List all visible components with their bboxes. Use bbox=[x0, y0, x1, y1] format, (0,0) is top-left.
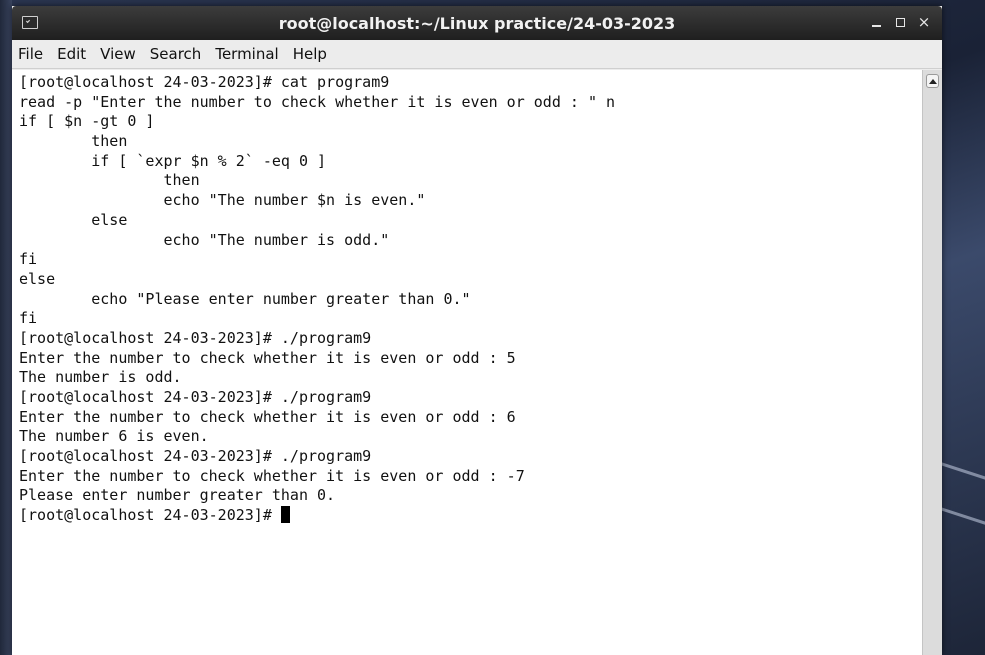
terminal-output[interactable]: [root@localhost 24-03-2023]# cat program… bbox=[12, 70, 922, 655]
menu-bar: File Edit View Search Terminal Help bbox=[12, 40, 942, 69]
menu-item-terminal[interactable]: Terminal bbox=[215, 45, 278, 63]
terminal-line: if [ $n -gt 0 ] bbox=[19, 112, 155, 131]
close-icon: × bbox=[917, 13, 931, 31]
terminal-line: The number is odd. bbox=[19, 368, 182, 387]
menu-item-edit[interactable]: Edit bbox=[57, 45, 86, 63]
terminal-line: echo "The number is odd." bbox=[19, 230, 390, 249]
text-cursor bbox=[280, 506, 290, 524]
terminal-line: The number 6 is even. bbox=[19, 427, 209, 446]
window-titlebar[interactable]: root@localhost:~/Linux practice/24-03-20… bbox=[12, 6, 942, 40]
window-controls: × bbox=[870, 13, 930, 31]
terminal-line: echo "The number $n is even." bbox=[19, 191, 426, 210]
maximize-icon bbox=[895, 17, 905, 27]
terminal-line: Enter the number to check whether it is … bbox=[19, 348, 516, 367]
terminal-line: echo "Please enter number greater than 0… bbox=[19, 289, 471, 308]
terminal-window: root@localhost:~/Linux practice/24-03-20… bbox=[12, 6, 942, 655]
menu-item-file[interactable]: File bbox=[18, 45, 43, 63]
terminal-line: fi bbox=[19, 309, 38, 328]
desktop-wallpaper-streak bbox=[936, 506, 985, 537]
terminal-line: [root@localhost 24-03-2023]# ./program9 bbox=[19, 447, 372, 466]
maximize-button[interactable] bbox=[894, 13, 906, 31]
terminal-line: [root@localhost 24-03-2023]# ./program9 bbox=[19, 328, 372, 347]
terminal-line: then bbox=[19, 171, 200, 190]
terminal-line: fi bbox=[19, 250, 38, 269]
terminal-line: else bbox=[19, 269, 56, 288]
window-title: root@localhost:~/Linux practice/24-03-20… bbox=[278, 14, 676, 33]
desktop-left-strip bbox=[0, 0, 12, 655]
desktop-background: root@localhost:~/Linux practice/24-03-20… bbox=[0, 0, 985, 655]
terminal-prompt-line: [root@localhost 24-03-2023]# bbox=[19, 506, 922, 526]
close-button[interactable]: × bbox=[917, 13, 931, 31]
minimize-button[interactable] bbox=[870, 13, 882, 31]
terminal-line: if [ `expr $n % 2` -eq 0 ] bbox=[19, 151, 327, 170]
terminal-line: [root@localhost 24-03-2023]# ./program9 bbox=[19, 388, 372, 406]
minimize-icon bbox=[871, 25, 881, 27]
terminal-line: Enter the number to check whether it is … bbox=[19, 466, 525, 485]
terminal-line: else bbox=[19, 210, 128, 229]
scroll-up-button[interactable] bbox=[926, 74, 939, 88]
terminal-line: then bbox=[19, 132, 128, 151]
menu-item-view[interactable]: View bbox=[100, 45, 136, 63]
scroll-up-arrow-icon bbox=[928, 78, 937, 84]
terminal-prompt: [root@localhost 24-03-2023]# bbox=[19, 506, 281, 525]
terminal-line: read -p "Enter the number to check wheth… bbox=[19, 92, 616, 111]
terminal-line: Please enter number greater than 0. bbox=[19, 486, 336, 505]
terminal-line: Enter the number to check whether it is … bbox=[19, 407, 516, 426]
menu-item-search[interactable]: Search bbox=[150, 45, 202, 63]
terminal-line: [root@localhost 24-03-2023]# cat program… bbox=[19, 73, 390, 91]
menu-item-help[interactable]: Help bbox=[293, 45, 327, 63]
terminal-text: [root@localhost 24-03-2023]# cat program… bbox=[12, 70, 922, 526]
terminal-scrollbar[interactable] bbox=[922, 70, 942, 655]
